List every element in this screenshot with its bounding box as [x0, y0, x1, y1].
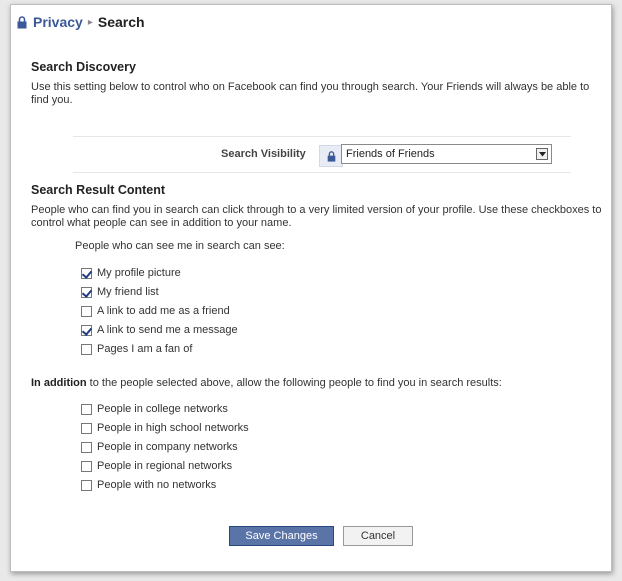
checkbox-label[interactable]: People in regional networks	[97, 460, 232, 472]
search-discovery-title: Search Discovery	[31, 60, 136, 74]
search-discovery-description: Use this setting below to control who on…	[31, 81, 590, 106]
checkbox-label[interactable]: A link to send me a message	[97, 324, 238, 336]
checkbox[interactable]	[81, 479, 92, 491]
visibility-lock-icon	[319, 145, 343, 167]
checkbox-row[interactable]: A link to add me as a friend	[81, 303, 230, 319]
lock-icon	[17, 15, 27, 28]
checkbox[interactable]	[81, 422, 92, 434]
breadcrumb-current: Search	[97, 14, 145, 30]
addition-text: In addition to the people selected above…	[31, 377, 606, 390]
checkbox-row[interactable]: People in high school networks	[81, 420, 249, 436]
addition-body: to the people selected above, allow the …	[86, 377, 502, 389]
breadcrumb: Privacy ▸ Search	[17, 14, 145, 30]
addition-lead: In addition	[31, 377, 87, 389]
checkbox[interactable]	[81, 343, 92, 355]
chevron-down-icon[interactable]	[536, 148, 548, 160]
checkbox-label[interactable]: My profile picture	[97, 267, 181, 279]
breadcrumb-privacy-link[interactable]: Privacy	[33, 14, 83, 30]
checkbox-row[interactable]: People with no networks	[81, 477, 216, 493]
checkbox[interactable]	[81, 460, 92, 472]
checkbox-row[interactable]: People in college networks	[81, 401, 228, 417]
checkbox-label[interactable]: People in high school networks	[97, 422, 249, 434]
search-result-content-title: Search Result Content	[31, 183, 166, 197]
checkbox-label[interactable]: My friend list	[97, 286, 159, 298]
checkbox-label[interactable]: Pages I am a fan of	[97, 343, 192, 355]
checkbox[interactable]	[81, 324, 92, 336]
checkbox-row[interactable]: Pages I am a fan of	[81, 341, 192, 357]
checkbox[interactable]	[81, 267, 92, 279]
checkbox-row[interactable]: People in regional networks	[81, 458, 232, 474]
checkbox-label[interactable]: People in company networks	[97, 441, 238, 453]
checkbox[interactable]	[81, 441, 92, 453]
checkbox[interactable]	[81, 286, 92, 298]
checkbox-label[interactable]: People with no networks	[97, 479, 216, 491]
checkbox-row[interactable]: People in company networks	[81, 439, 238, 455]
cancel-button[interactable]: Cancel	[343, 526, 413, 546]
checkbox-row[interactable]: A link to send me a message	[81, 322, 238, 338]
privacy-search-panel: Privacy ▸ Search Search Discovery Use th…	[10, 4, 612, 572]
checkbox-row[interactable]: My friend list	[81, 284, 159, 300]
divider-bottom	[73, 172, 571, 173]
checkbox[interactable]	[81, 403, 92, 415]
checkbox-label[interactable]: A link to add me as a friend	[97, 305, 230, 317]
checkbox-row[interactable]: My profile picture	[81, 265, 181, 281]
save-changes-button[interactable]: Save Changes	[229, 526, 334, 546]
checkbox-label[interactable]: People in college networks	[97, 403, 228, 415]
search-visibility-select[interactable]: Friends of Friends	[341, 144, 552, 164]
search-visibility-value: Friends of Friends	[346, 148, 435, 160]
breadcrumb-separator-icon: ▸	[87, 16, 93, 28]
search-result-content-description: People who can find you in search can cl…	[31, 204, 602, 229]
checkbox[interactable]	[81, 305, 92, 317]
search-result-subheading: People who can see me in search can see:	[75, 240, 285, 252]
divider-top	[73, 136, 571, 137]
search-visibility-label: Search Visibility	[221, 148, 306, 160]
